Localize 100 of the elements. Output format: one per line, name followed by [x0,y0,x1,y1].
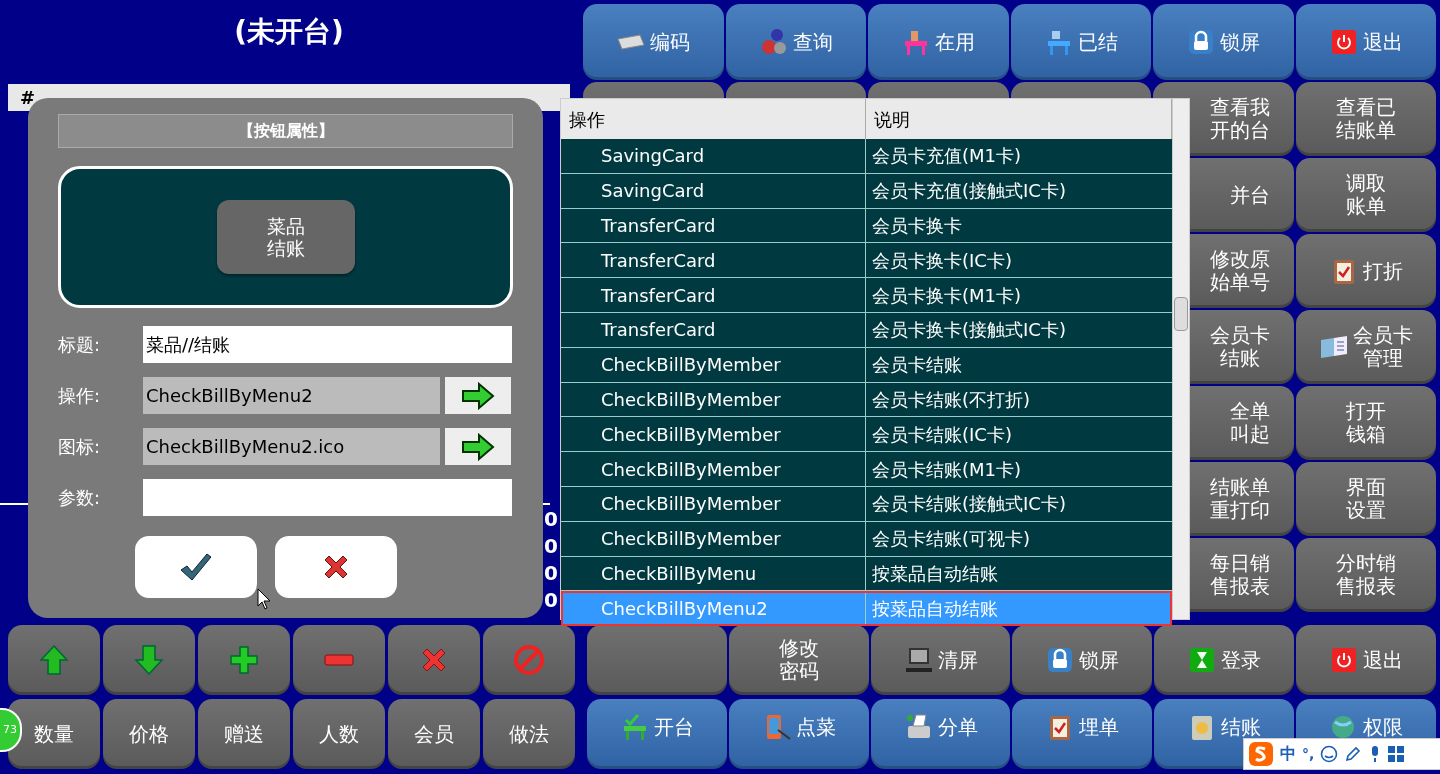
operation-cell: CheckBillByMember [561,347,866,382]
description-cell-text: 会员卡结账(不打折) [871,387,1032,412]
description-cell-text: 会员卡充值(接触式IC卡) [871,179,1067,204]
function-button[interactable]: 打折 [1295,234,1436,308]
function-button[interactable]: 调取账单 [1295,158,1436,232]
smiley-icon [1320,745,1339,763]
edit-button[interactable] [8,625,100,695]
preview-button[interactable]: 菜品结账 [216,200,355,274]
cancel-button[interactable] [274,536,397,598]
ime-logo-icon [1248,741,1274,767]
option-button[interactable]: 赠送 [198,699,290,769]
operation-cell: CheckBillByMenu2 [561,591,866,626]
list-row[interactable]: TransferCard 会员卡换卡(M1卡) [561,278,1172,313]
nav-button[interactable]: 已结 [1010,4,1151,80]
edit-button[interactable] [483,625,575,695]
input-field[interactable] [143,479,512,516]
amount-text: 0 [544,588,558,613]
operation-cell: SavingCard [561,139,866,173]
description-cell-text: 会员卡换卡(IC卡) [871,248,1013,273]
amount-text: 0 [544,561,558,586]
description-cell-text: 会员卡结账(可视卡) [871,527,1032,552]
amount-text: 0 [544,507,558,532]
function-button[interactable]: 登录 [1154,625,1295,695]
list-row[interactable]: CheckBillByMember 会员卡结账(IC卡) [561,417,1172,453]
list-row[interactable]: SavingCard 会员卡充值(接触式IC卡) [561,173,1172,209]
operation-cell: TransferCard [561,243,866,278]
function-button[interactable]: 清屏 [870,625,1011,695]
function-button[interactable]: 锁屏 [1012,625,1153,695]
description-cell-text: 会员卡结账(M1卡) [871,457,1023,482]
input-field[interactable]: 菜品//结账 [143,326,512,363]
nav-button[interactable]: 查询 [725,4,866,80]
operation-cell: TransferCard [561,313,866,347]
list-row[interactable]: CheckBillByMember 会员卡结账(M1卡) [561,452,1172,487]
description-cell-text: 会员卡换卡(接触式IC卡) [871,318,1067,343]
operation-cell: TransferCard [561,208,866,243]
nav-button[interactable]: 埋单 [1012,699,1153,769]
edit-button[interactable] [388,625,480,695]
function-button[interactable]: 退出 [1296,625,1436,695]
operation-cell: SavingCard [561,173,866,208]
description-cell-text: 会员卡结账 [871,353,963,378]
function-button[interactable]: 会员卡管理 [1295,310,1436,384]
list-row[interactable]: TransferCard 会员卡换卡(IC卡) [561,243,1172,279]
function-button[interactable]: 界面设置 [1295,462,1436,536]
operation-cell: CheckBillByMember [561,417,866,452]
operation-cell: TransferCard [561,278,866,312]
input-mode[interactable]: 中 [1280,742,1296,766]
column-header: 操作 [561,99,866,139]
dialog-title: 【按钮属性】 [58,114,513,148]
nav-button[interactable]: 开台 [587,699,727,769]
input-field[interactable]: CheckBillByMenu2 [143,377,440,414]
description-cell-text: 会员卡充值(M1卡) [871,144,1023,169]
arrow-icon [461,432,495,461]
monitor-icon [903,645,934,675]
function-button[interactable]: 打开钱箱 [1295,386,1436,460]
function-button[interactable]: 查看已结账单 [1295,82,1436,156]
nav-button[interactable]: 锁屏 [1153,4,1294,80]
description-cell-text: 会员卡结账(IC卡) [871,422,1013,447]
nav-button[interactable]: 在用 [868,4,1009,80]
field-label: 操作: [58,384,102,408]
nav-button[interactable]: 分单 [870,699,1011,769]
description-cell-text: 按菜品自动结账 [871,596,999,621]
list-row[interactable]: SavingCard 会员卡充值(M1卡) [561,139,1172,174]
punctuation-mode[interactable]: °, [1302,743,1315,765]
confirm-button[interactable] [134,536,257,598]
edit-button[interactable] [198,625,290,695]
operation-cell: CheckBillByMember [561,521,866,556]
grid-icon [1388,746,1405,762]
table-status-title: (未开台) [234,13,344,50]
operation-cell: CheckBillByMenu [561,556,866,591]
list-row[interactable]: TransferCard 会员卡换卡 [561,208,1172,244]
down-arrow-icon [132,643,166,677]
list-row[interactable]: CheckBillByMember 会员卡结账(可视卡) [561,521,1172,557]
nav-button[interactable]: 退出 [1295,4,1436,80]
option-button[interactable]: 做法 [483,699,575,769]
function-button[interactable]: 修改密码 [728,625,869,695]
input-field[interactable]: CheckBillByMenu2.ico [143,428,440,465]
list-row[interactable]: TransferCard 会员卡换卡(接触式IC卡) [561,313,1172,348]
list-row[interactable]: CheckBillByMember 会员卡结账(接触式IC卡) [561,486,1172,522]
checkmark-icon [178,552,213,582]
operation-cell: CheckBillByMember [561,382,866,417]
amount-text: 0 [544,534,558,559]
field-label: 图标: [58,435,102,459]
edit-button[interactable] [103,625,195,695]
option-button[interactable]: 会员 [388,699,480,769]
function-button[interactable]: 分时销售报表 [1295,538,1436,612]
nav-button[interactable]: 点菜 [728,699,869,769]
plus-icon [227,643,261,677]
list-row[interactable]: CheckBillByMember 会员卡结账(不打折) [561,382,1172,418]
field-label: 参数: [58,486,102,510]
option-button[interactable]: 价格 [103,699,195,769]
option-button[interactable]: 人数 [293,699,385,769]
list-row[interactable]: CheckBillByMember 会员卡结账 [561,347,1172,383]
pen-icon [1344,745,1363,763]
mouse-pointer-icon [257,588,271,610]
description-cell-text: 会员卡换卡 [871,214,963,238]
browse-button[interactable] [445,377,511,414]
browse-button[interactable] [445,428,511,465]
edit-button[interactable] [293,625,385,695]
operation-cell: CheckBillByMember [561,486,866,521]
nav-button[interactable]: 编码 [583,4,724,80]
